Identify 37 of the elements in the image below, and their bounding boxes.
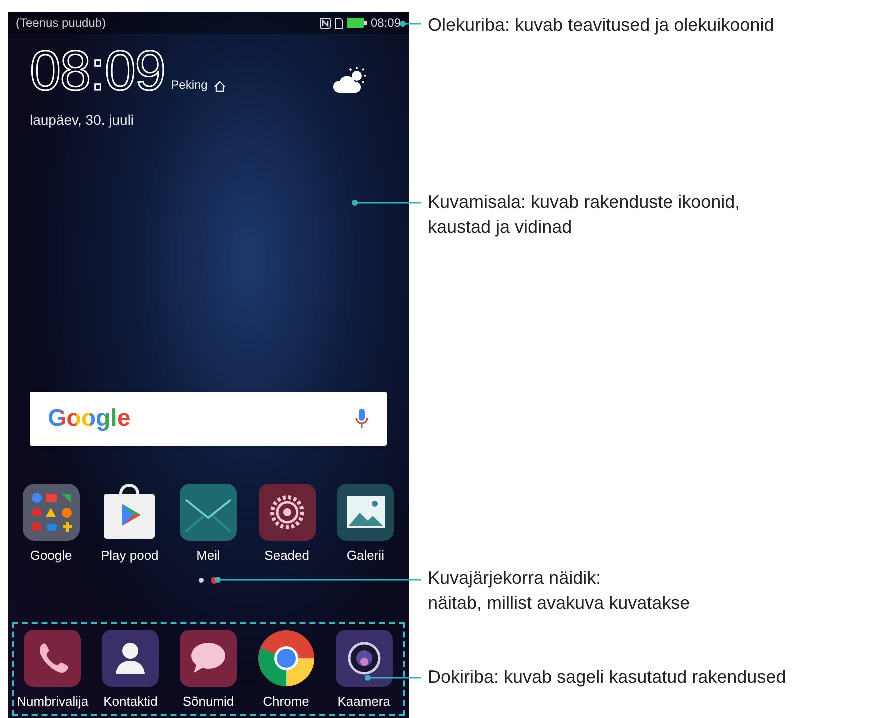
callout-text: Dokiriba: kuvab sageli kasutatud rakendused — [428, 666, 788, 689]
envelope-icon[interactable] — [180, 484, 237, 541]
app-label: Numbrivalija — [17, 694, 89, 710]
weather-cloud-sun-icon — [333, 66, 369, 94]
app-label: Sõnumid — [182, 694, 234, 710]
status-time: 08:09 — [370, 15, 401, 32]
home-icon — [214, 81, 226, 92]
app-label: Chrome — [263, 694, 310, 710]
app-folder-icon[interactable] — [22, 484, 80, 541]
callout-text: Kuvajärjekorra näidik: näitab, millist avakuva kuvatakse — [428, 567, 692, 615]
google-search-bar[interactable]: Google — [30, 392, 387, 446]
app-label: Seaded — [264, 548, 310, 564]
date-label: laupäev, 30. juuli — [29, 111, 136, 130]
gear-icon[interactable] — [258, 484, 316, 541]
callout-text: Olekuriba: kuvab teavitused ja olekuikoonid — [428, 14, 776, 37]
app-label: Meil — [196, 548, 220, 564]
nfc-icon — [320, 18, 331, 28]
carrier-text: (Teenus puudub) — [16, 15, 106, 32]
person-icon[interactable] — [102, 630, 160, 687]
speech-bubble-icon[interactable] — [180, 630, 237, 687]
sim-card-icon — [334, 18, 343, 28]
battery-icon — [346, 18, 367, 28]
phone-handset-icon[interactable] — [24, 630, 82, 687]
chrome-logo-icon[interactable] — [258, 630, 315, 687]
app-label: Kaamera — [338, 694, 390, 710]
callout-text: Kuvamisala: kuvab rakenduste ikoonid, kaustad ja vidinad — [428, 191, 742, 239]
app-label: Google — [30, 548, 72, 564]
camera-lens-icon[interactable] — [336, 630, 393, 687]
leader-line — [351, 199, 421, 207]
app-label: Play pood — [100, 548, 159, 564]
clock-time: 08:09 — [30, 38, 166, 104]
microphone-icon[interactable] — [355, 408, 369, 430]
leader-line — [399, 20, 421, 28]
picture-icon[interactable] — [337, 484, 394, 541]
city-label: Peking — [171, 77, 208, 94]
app-label: Kontaktid — [104, 694, 158, 710]
app-label: Galerii — [346, 548, 384, 564]
